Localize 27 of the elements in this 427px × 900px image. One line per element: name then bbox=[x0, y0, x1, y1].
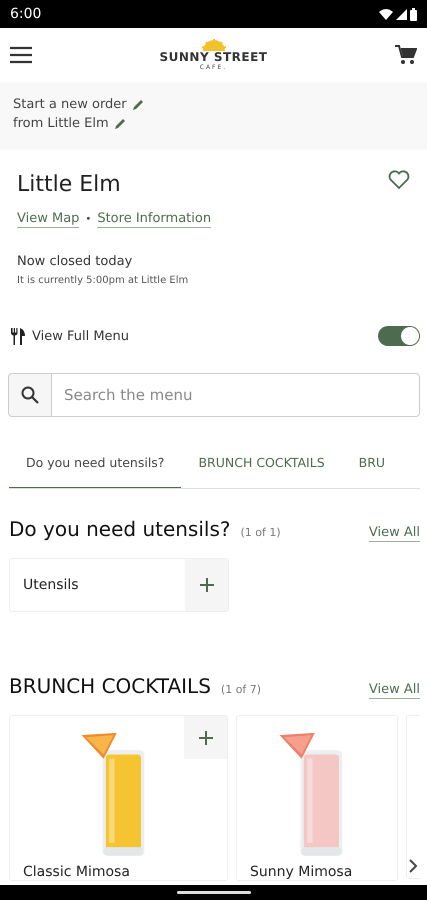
view-all-link[interactable]: View All bbox=[368, 525, 420, 542]
order-text: Start a new order bbox=[13, 97, 127, 112]
view-all-link[interactable]: View All bbox=[368, 682, 420, 699]
search-field[interactable]: Search the menu bbox=[52, 373, 420, 417]
map-link[interactable]: View Map bbox=[17, 211, 80, 228]
section-title: BRUNCH COCKTAILS bbox=[9, 674, 211, 698]
store-time-note: It is currently 5:00pm at Little Elm bbox=[17, 275, 190, 286]
menu-item-card[interactable]: Sunny Mimosa bbox=[236, 715, 398, 881]
status-time: 6:00 bbox=[10, 6, 42, 22]
full-menu-label: View Full Menu bbox=[32, 328, 130, 344]
category-tab[interactable]: Do you need utensils? bbox=[9, 437, 182, 488]
separator-dot: • bbox=[85, 214, 92, 225]
item-name: Utensils bbox=[22, 577, 79, 593]
item-count: (1 of 7) bbox=[220, 683, 262, 696]
menu-item-card[interactable]: Utensils bbox=[9, 558, 229, 612]
item-name: Classic Mimosa bbox=[22, 864, 130, 880]
store-status: Now closed today bbox=[17, 254, 134, 269]
menu-item-card[interactable]: Classic Mimosa bbox=[9, 715, 228, 881]
category-tab[interactable]: BRUNCH COCKTAILS bbox=[181, 437, 342, 488]
item-count: (1 of 1) bbox=[240, 526, 281, 539]
section-title: Do you need utensils? bbox=[9, 517, 231, 541]
store-info-link[interactable]: Store Information bbox=[97, 211, 212, 228]
logo-name: SUNNY STREET bbox=[160, 51, 268, 64]
category-tab[interactable]: BRU bbox=[342, 437, 402, 488]
order-location: from Little Elm bbox=[13, 116, 109, 131]
store-name: Little Elm bbox=[17, 172, 121, 197]
item-name: Sunny Mimosa bbox=[249, 864, 352, 880]
